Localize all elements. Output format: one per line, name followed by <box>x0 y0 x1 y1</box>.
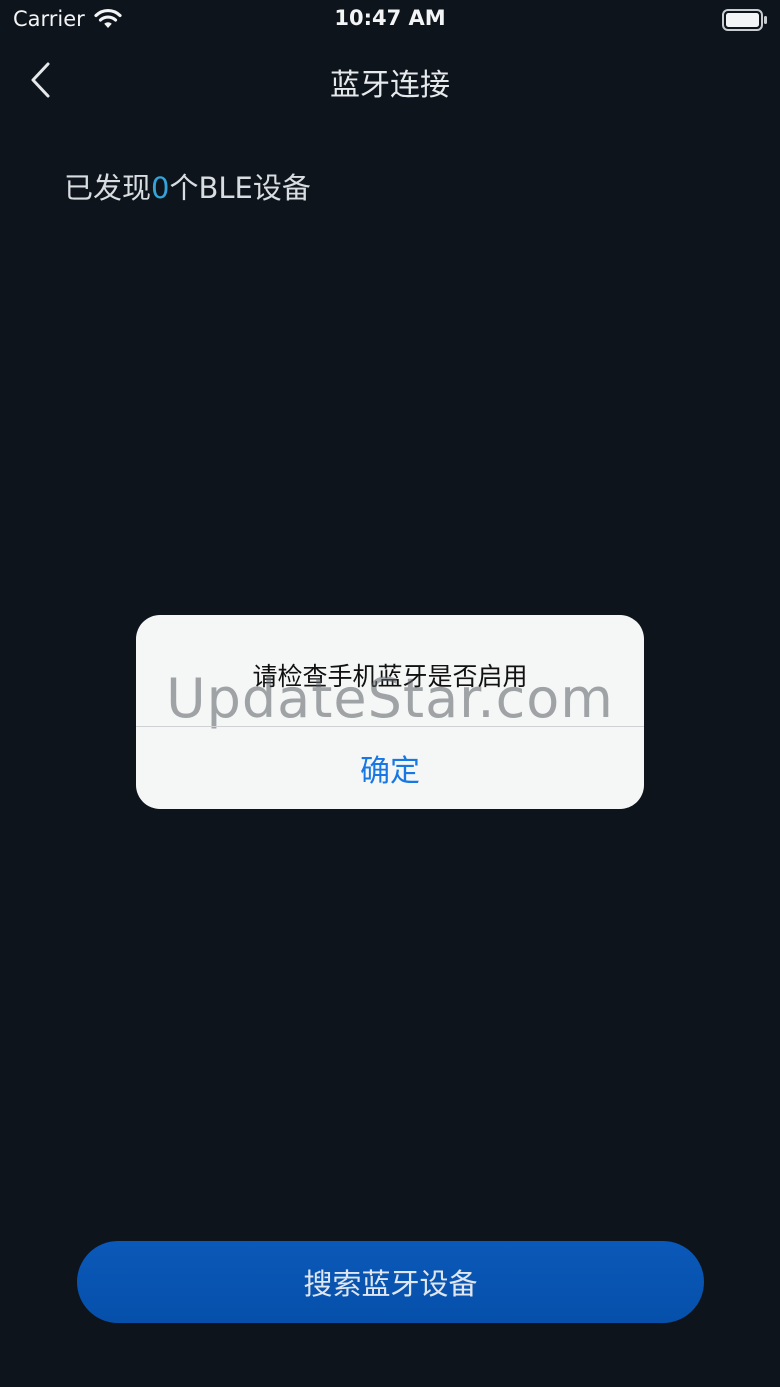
found-devices-text: 已发现0个BLE设备 <box>64 165 311 207</box>
confirm-button[interactable]: 确定 <box>136 727 644 809</box>
battery-icon <box>722 9 768 35</box>
page-title: 蓝牙连接 <box>330 68 450 103</box>
search-bluetooth-button[interactable]: 搜索蓝牙设备 <box>77 1241 704 1323</box>
found-suffix: 个BLE设备 <box>169 171 311 205</box>
device-count: 0 <box>151 171 170 205</box>
found-prefix: 已发现 <box>64 171 152 205</box>
status-bar: Carrier 10:47 AM <box>0 0 780 40</box>
alert-dialog: 请检查手机蓝牙是否启用 UpdateStar.com 确定 <box>136 615 644 809</box>
clock: 10:47 AM <box>334 6 446 30</box>
alert-message: 请检查手机蓝牙是否启用 <box>252 662 528 691</box>
